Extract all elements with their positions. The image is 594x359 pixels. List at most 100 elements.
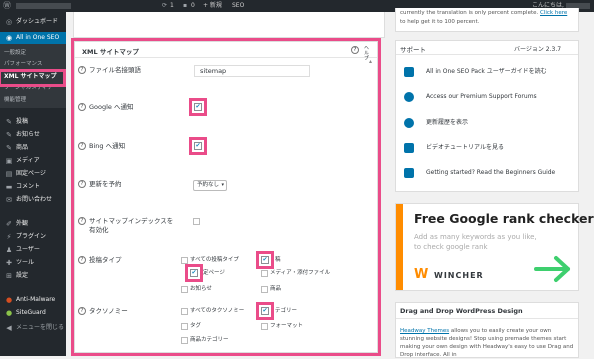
question-icon[interactable]: ? (78, 217, 86, 225)
sidebar-item-appearance[interactable]: ✐ 外観 (0, 218, 66, 230)
chevron-down-icon: ▾ (221, 182, 224, 188)
guard-icon: ● (5, 309, 13, 317)
taxonomy-format-checkbox[interactable] (261, 323, 268, 330)
index-checkbox[interactable] (193, 218, 200, 225)
index-row: ? サイトマップインデックスを有効化 (76, 217, 378, 257)
submenu-performance[interactable]: パフォーマンス (4, 59, 42, 69)
taxonomy-product-cat-label: 商品カテゴリー (190, 337, 229, 343)
taxonomy-tag-checkbox[interactable] (181, 323, 188, 330)
sidebar-item-aioseo[interactable]: ◉ All in One SEO (0, 32, 66, 44)
headway-link[interactable]: Headway Themes (400, 328, 449, 334)
post-type-all-label: すべての投稿タイプ (190, 257, 239, 263)
wincher-logo-icon: W (414, 267, 429, 282)
support-title: サポート (400, 46, 426, 54)
sidebar-item-users[interactable]: ♟ ユーザー (0, 244, 66, 256)
sidebar-item-tools[interactable]: ✚ ツール (0, 257, 66, 269)
ad-brand: WINCHER (434, 271, 484, 280)
sidebar-item-posts[interactable]: ✎ 投稿 (0, 116, 66, 128)
schedule-label: 更新を予約 (89, 180, 122, 188)
page-icon: ▤ (5, 170, 13, 178)
collapse-menu-button[interactable]: ◀ メニューを閉じる (0, 322, 66, 334)
sidebar-item-siteguard[interactable]: ● SiteGuard (0, 307, 66, 319)
wincher-ad[interactable]: Free Google rank checker Add as many key… (395, 203, 594, 291)
support-link-video[interactable]: ビデオチュートリアルを見る (426, 143, 504, 152)
site-name-blurred[interactable] (16, 3, 71, 9)
taxonomy-product-cat-checkbox[interactable] (181, 337, 188, 344)
category-checkbox-highlight (256, 302, 274, 320)
question-icon[interactable]: ? (78, 142, 86, 150)
seo-menu-button[interactable]: SEO (232, 0, 244, 12)
media-icon: ▣ (5, 157, 13, 165)
sidebar-item-antimalware[interactable]: ● Anti-Malware (0, 294, 66, 306)
notice-link[interactable]: Click here (540, 10, 567, 16)
ad-orange-stripe (396, 204, 403, 290)
bing-notify-row: ? Bing へ通知 ✔ (76, 137, 378, 182)
bing-checkbox-highlight (189, 137, 207, 155)
dnd-card: Drag and Drop WordPress Design Headway T… (395, 302, 579, 358)
bing-notify-label: Bing へ通知 (89, 142, 126, 150)
notice-text: currently the translation is only percen… (400, 10, 539, 16)
dnd-text-block: Headway Themes allows you to easily crea… (400, 327, 576, 359)
sidebar-item-plugins[interactable]: ⚡ プラグイン (0, 231, 66, 243)
post-checkbox-highlight (256, 251, 274, 269)
filename-input[interactable]: sitemap (194, 65, 310, 77)
question-icon[interactable]: ? (78, 66, 86, 74)
support-link-changelog[interactable]: 更新履歴を表示 (426, 118, 468, 127)
taxonomy-all-label: すべてのタクソノミー (190, 308, 245, 314)
taxonomy-all-checkbox[interactable] (181, 308, 188, 315)
schedule-row: ? 更新を予約 予約なし ▾ (76, 180, 378, 220)
sidebar-item-comments[interactable]: ▬ コメント (0, 181, 66, 193)
beginners-guide-icon (404, 168, 414, 178)
taxonomy-format-label: フォーマット (270, 323, 304, 329)
submenu-highlight (0, 69, 66, 87)
schedule-select[interactable]: 予約なし ▾ (193, 180, 227, 191)
question-icon[interactable]: ? (78, 180, 86, 188)
sidebar-item-dashboard[interactable]: ◎ ダッシュボード (0, 16, 66, 28)
post-type-news-checkbox[interactable] (181, 286, 188, 293)
page-checkbox-highlight (185, 264, 203, 282)
admin-sidebar: ◎ ダッシュボード ◉ All in One SEO 一般設定 パフォーマンス XM… (0, 12, 66, 356)
sidebar-item-pages[interactable]: ▤ 固定ページ (0, 168, 66, 180)
support-link-forums[interactable]: Access our Premium Support Forums (426, 92, 537, 101)
mail-icon: ✉ (6, 196, 12, 204)
post-types-row: ? 投稿タイプ すべての投稿タイプ ✔ 稿 ✔ 定ページ メディア・添付ファイル… (76, 251, 378, 300)
notice-text-2: to help get it to 100 percent. (400, 19, 480, 25)
sidebar-item-products[interactable]: ✎ 商品 (0, 142, 66, 154)
ad-subtext: Add as many keywords as you like, to che… (414, 233, 537, 251)
google-notify-label: Google へ通知 (89, 103, 134, 111)
comment-icon[interactable]: ▪ (183, 0, 187, 12)
sidebar-item-settings[interactable]: ⊞ 設定 (0, 270, 66, 282)
support-link-guide[interactable]: All in One SEO Pack ユーザーガイドを読む (426, 67, 547, 76)
aioseo-icon: ◉ (5, 34, 13, 42)
sidebar-item-media[interactable]: ▣ メディア (0, 155, 66, 167)
pin-icon: ✎ (6, 144, 12, 152)
wordpress-logo-icon[interactable]: Ⓦ (3, 0, 13, 12)
question-icon[interactable]: ? (78, 103, 86, 111)
wrench-icon: ✚ (6, 259, 12, 267)
comment-icon: ▬ (5, 183, 13, 191)
post-type-all-checkbox[interactable] (181, 257, 188, 264)
new-content-button[interactable]: + 新規 (203, 0, 222, 12)
user-icon: ♟ (5, 246, 13, 254)
sidebar-item-news[interactable]: ✎ お知らせ (0, 129, 66, 141)
post-type-product-label: 商品 (270, 286, 282, 292)
settings-top-card (73, 12, 385, 38)
post-type-media-checkbox[interactable] (261, 270, 268, 277)
submenu-features[interactable]: 機能管理 (4, 95, 26, 105)
update-count: 1 (170, 2, 174, 9)
brush-icon: ✐ (6, 220, 12, 228)
dnd-title: Drag and Drop WordPress Design (400, 307, 523, 315)
post-type-product-checkbox[interactable] (261, 286, 268, 293)
gear-icon (404, 118, 414, 128)
support-link-beginners[interactable]: Getting started? Read the Beginners Guid… (426, 168, 555, 177)
pin-icon: ✎ (6, 118, 12, 126)
index-label: サイトマップインデックスを有効化 (89, 217, 174, 234)
question-icon[interactable]: ? (78, 256, 86, 264)
question-icon[interactable]: ? (78, 307, 86, 315)
sidebar-item-contact[interactable]: ✉ お問い合わせ (0, 194, 66, 206)
plugin-icon: ⚡ (6, 233, 12, 241)
filename-row: ? ファイル名接頭語 sitemap (76, 65, 378, 106)
updates-icon[interactable]: ⟳ (162, 0, 167, 12)
submenu-general[interactable]: 一般設定 (4, 48, 26, 58)
ad-headline: Free Google rank checker (414, 211, 594, 226)
